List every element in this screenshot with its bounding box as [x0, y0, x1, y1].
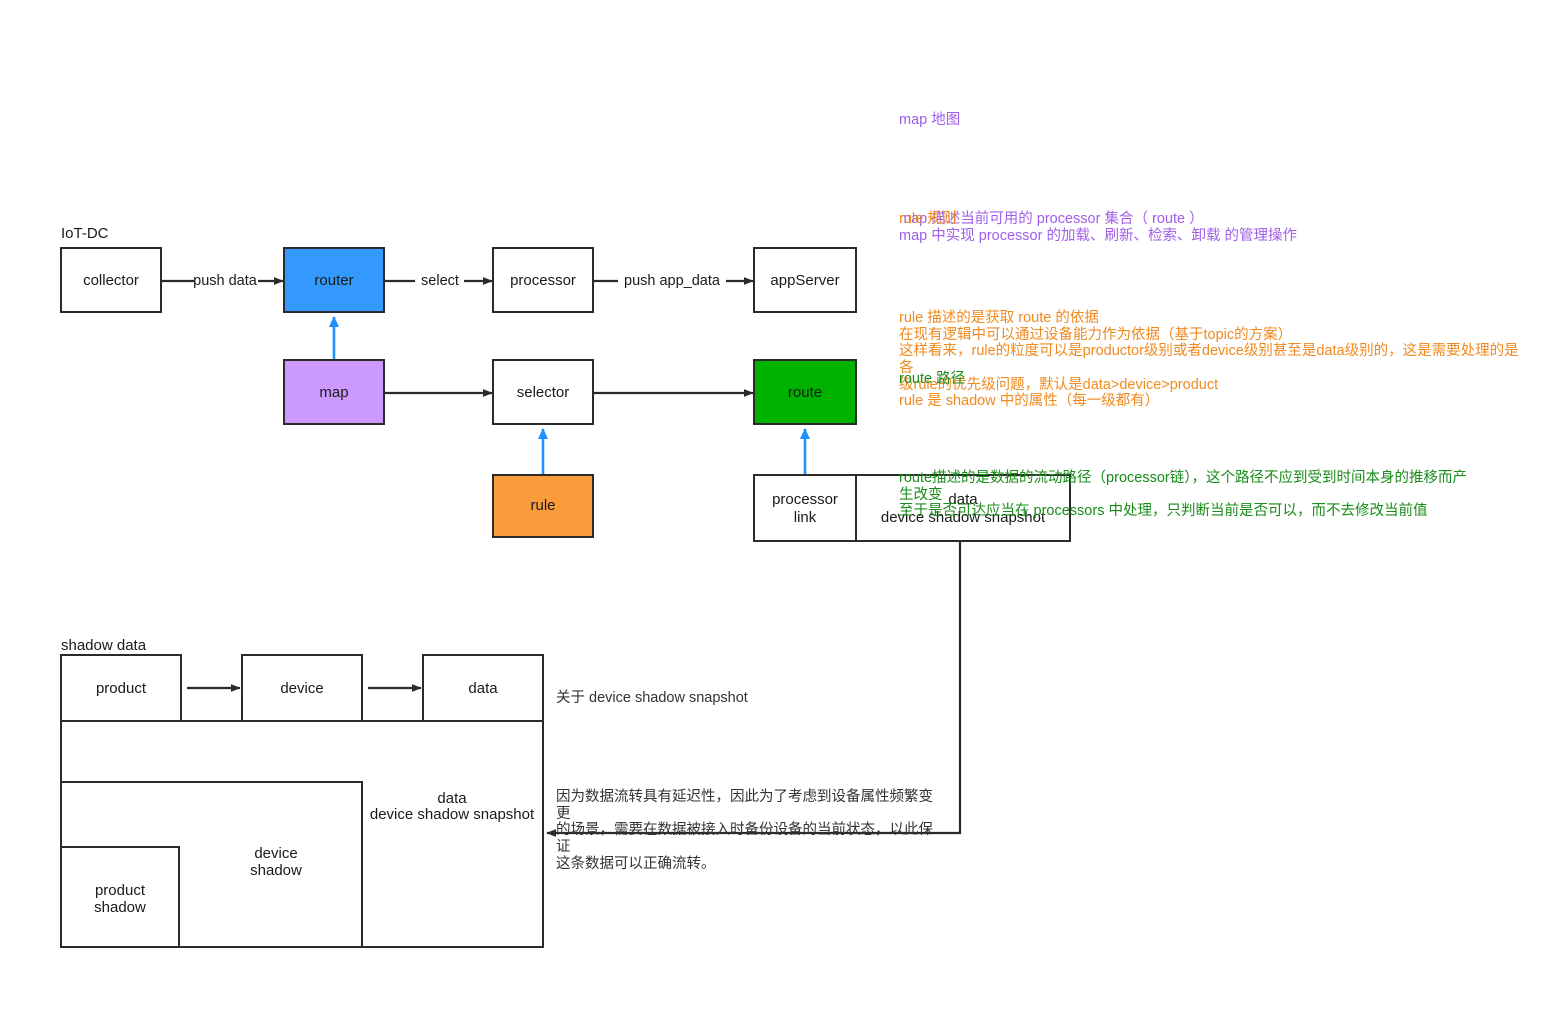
product-shadow-label-line2: shadow [94, 899, 146, 916]
processor-link-label-line2: link [794, 509, 817, 526]
node-map[interactable]: map [283, 359, 385, 425]
node-collector[interactable]: collector [60, 247, 162, 313]
note-map-title: map 地图 [899, 112, 961, 129]
data-label: data [468, 680, 498, 697]
note-spacer [899, 261, 1519, 277]
router-label: router [314, 272, 353, 289]
appserver-label: appServer [770, 272, 839, 289]
snapshot-bottom-label-line2: device shadow snapshot [370, 806, 535, 823]
device-label: device [280, 680, 323, 697]
node-selector[interactable]: selector [492, 359, 594, 425]
node-processor-link[interactable]: processor link [753, 474, 857, 542]
node-device[interactable]: device [241, 654, 363, 722]
note-snapshot: 关于 device shadow snapshot 因为数据流转具有延迟性，因此… [556, 657, 936, 889]
note-route-title: route 路径 [899, 371, 966, 388]
product-shadow-label-line1: product [95, 882, 146, 899]
node-router[interactable]: router [283, 247, 385, 313]
collector-label: collector [83, 272, 139, 289]
note-route: route 路径 route描述的是数据的流动路径（processor链），这个… [899, 338, 1519, 537]
edge-label-push-data: push data [193, 273, 258, 289]
note-snapshot-body: 因为数据流转具有延迟性，因此为了考虑到设备属性频繁变更 的场景，需要在数据被接入… [556, 789, 933, 872]
note-spacer [899, 421, 1519, 437]
node-appserver[interactable]: appServer [753, 247, 857, 313]
edge-router-to-processor: select [384, 273, 493, 289]
node-processor[interactable]: processor [492, 247, 594, 313]
processor-link-label-line1: processor [772, 491, 838, 508]
rule-label: rule [530, 497, 555, 514]
edge-processor-to-appserver: push app_data [593, 273, 754, 289]
note-snapshot-title: 关于 device shadow snapshot [556, 690, 748, 707]
product-label: product [96, 680, 147, 697]
device-shadow-label-line2: shadow [250, 862, 302, 879]
iot-dc-group-label: IoT-DC [61, 225, 109, 242]
note-route-body: route描述的是数据的流动路径（processor链），这个路径不应到受到时间… [899, 470, 1467, 520]
edge-label-push-app-data: push app_data [624, 273, 721, 289]
node-product[interactable]: product [60, 654, 182, 722]
node-rule[interactable]: rule [492, 474, 594, 538]
note-spacer [556, 740, 936, 756]
snapshot-bottom-label-line1: data [437, 790, 467, 807]
node-data[interactable]: data [422, 654, 544, 722]
node-product-shadow[interactable]: product shadow [60, 846, 180, 948]
processor-label: processor [510, 272, 576, 289]
map-label: map [319, 384, 348, 401]
device-shadow-label-line1: device [254, 845, 297, 862]
edge-label-select: select [421, 273, 459, 289]
shadow-data-group-label: shadow data [61, 637, 147, 654]
selector-label: selector [517, 384, 570, 401]
route-label: route [788, 384, 822, 401]
note-rule-title: rule 规则 [899, 211, 957, 228]
node-route[interactable]: route [753, 359, 857, 425]
note-spacer [899, 162, 1519, 178]
edge-collector-to-router: push data [161, 273, 284, 289]
